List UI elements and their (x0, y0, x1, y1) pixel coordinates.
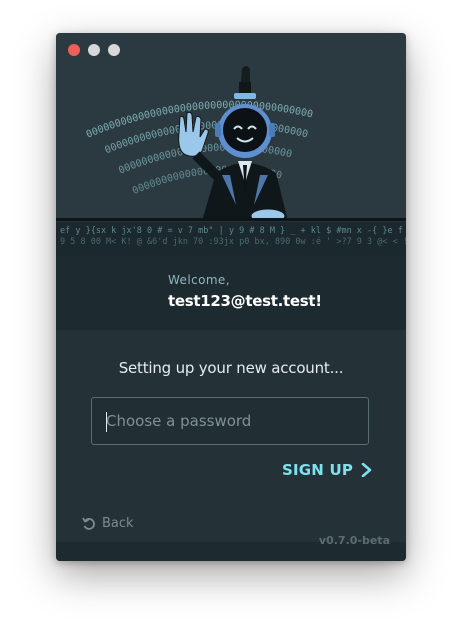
version-label: v0.7.0-beta (318, 534, 390, 547)
code-line: 9 5 8 00 M< K! @ &6'd jkn 70 :93jx p0 bx… (60, 237, 406, 247)
password-field-container (91, 397, 369, 445)
chevron-right-icon (361, 463, 372, 477)
close-window-button[interactable] (68, 44, 80, 56)
back-label: Back (102, 516, 134, 531)
robot-mascot-illustration: 0000000000000000000000000 000000000 0000 0… (56, 66, 406, 221)
window-controls (68, 44, 120, 56)
app-window: 0000000000000000000000000 000000000 0000 0… (56, 33, 406, 561)
code-strip: ef y }{sx k jx'8 0 # = v 7 mb" | y 9 # 8… (56, 222, 406, 256)
code-line: ef y }{sx k jx'8 0 # = v 7 mb" | y 9 # 8… (60, 226, 406, 236)
user-email: test123@test.test! (168, 292, 322, 310)
password-input[interactable] (92, 398, 368, 444)
setup-message: Setting up your new account... (118, 359, 344, 377)
undo-icon (82, 517, 95, 530)
maximize-window-button[interactable] (108, 44, 120, 56)
sign-up-button[interactable]: SIGN UP (282, 458, 372, 482)
back-button[interactable]: Back (82, 516, 134, 531)
welcome-label: Welcome, (168, 273, 230, 287)
sign-up-label: SIGN UP (282, 461, 354, 479)
text-caret (106, 412, 107, 432)
hero-illustration: 0000000000000000000000000 000000000 0000 0… (56, 33, 406, 221)
minimize-window-button[interactable] (88, 44, 100, 56)
